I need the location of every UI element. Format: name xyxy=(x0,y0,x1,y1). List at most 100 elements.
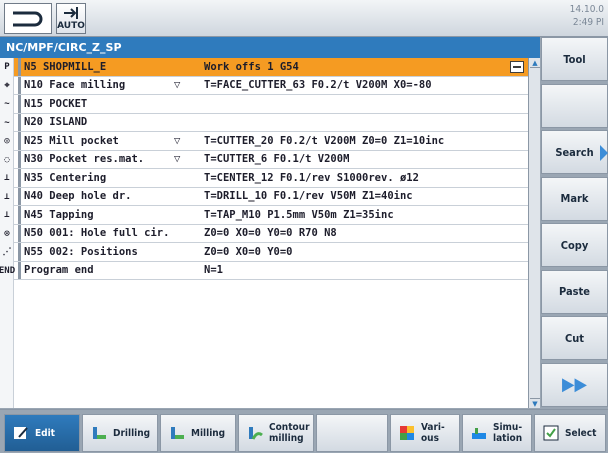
step-row[interactable]: ⊥ N45 Tapping T=TAP_M10 P1.5mm V50m Z1=35i… xyxy=(4,206,528,225)
hsoftkey-empty[interactable] xyxy=(316,414,388,452)
step-name: Deep hole dr. xyxy=(49,190,132,203)
step-bracket xyxy=(18,261,21,279)
program-editor[interactable]: P N5 SHOPMILL_E Work offs 1 G54 ⌖ N10 Face m… xyxy=(0,58,540,408)
softkey-paste[interactable]: Paste xyxy=(541,269,608,314)
milling-icon xyxy=(169,425,185,441)
step-row[interactable]: ⊥ N40 Deep hole dr. T=DRILL_10 F0.1/rev V5… xyxy=(4,187,528,206)
softkey-more[interactable]: ▶▶ xyxy=(541,362,608,407)
step-params: Work offs 1 G54 xyxy=(204,60,299,73)
reset-arrow-icon xyxy=(13,11,43,27)
step-row[interactable]: ◌ N30 Pocket res.mat. ▽ T=CUTTER_6 F0.1/t V… xyxy=(4,150,528,169)
step-params: T=DRILL_10 F0.1/rev V50M Z1=40inc xyxy=(204,190,413,203)
block-number: N45 xyxy=(24,208,43,221)
hsoftkey-select[interactable]: Select xyxy=(534,414,606,452)
step-detail-icon[interactable] xyxy=(510,61,524,73)
hsoftkey-drilling[interactable]: Drilling xyxy=(82,414,158,452)
hsoftkey-contour-milling[interactable]: Contour milling xyxy=(238,414,314,452)
block-number: N5 xyxy=(24,60,37,73)
step-row[interactable]: ∼ N20 ISLAND xyxy=(4,113,528,132)
block-number: N40 xyxy=(24,190,43,203)
step-row[interactable]: END Program end N=1 xyxy=(0,261,528,280)
hsoftkey-edit[interactable]: Edit xyxy=(4,414,80,452)
step-params: T=CUTTER_20 F0.2/t V200M Z0=0 Z1=10inc xyxy=(204,134,445,147)
horizontal-softkey-bar: Edit Drilling Milling Contour milling Va… xyxy=(0,409,608,453)
step-name: Centering xyxy=(49,171,107,184)
hsoftkey-milling[interactable]: Milling xyxy=(160,414,236,452)
contour-icon: ∼ xyxy=(4,117,10,128)
step-name: Mill pocket xyxy=(49,134,119,147)
hsoftkey-various-label: Vari-ous xyxy=(421,422,445,444)
hsoftkey-contour-label: Contour milling xyxy=(269,422,310,444)
step-params: T=CENTER_12 F0.1/rev S1000rev. ø12 xyxy=(204,171,419,184)
face-milling-icon: ⌖ xyxy=(4,80,10,91)
block-number: N25 xyxy=(24,134,43,147)
mode-label: AUTO xyxy=(57,21,85,31)
step-name-cell: N45 Tapping xyxy=(14,209,174,221)
simulation-icon xyxy=(471,425,487,441)
step-name-cell: N25 Mill pocket xyxy=(14,135,174,147)
step-name: POCKET xyxy=(49,97,88,110)
step-params: T=FACE_CUTTER_63 F0.2/t V200M X0=-80 xyxy=(204,79,432,92)
block-number: N30 xyxy=(24,153,43,166)
step-params: T=TAP_M10 P1.5mm V50m Z1=35inc xyxy=(204,208,394,221)
step-row[interactable]: ∼ N15 POCKET xyxy=(4,95,528,114)
mode-auto-indicator: AUTO xyxy=(56,3,86,34)
step-name-cell: N55 002: Positions xyxy=(14,246,174,258)
hsoftkey-simulation[interactable]: Simu-lation xyxy=(462,414,532,452)
step-bracket xyxy=(18,150,21,168)
step-bracket xyxy=(18,76,21,94)
softkey-copy[interactable]: Copy xyxy=(541,223,608,267)
datetime-readout: 14.10.0 2:49 PI xyxy=(570,3,604,29)
contour-icon: ∼ xyxy=(4,99,10,109)
block-number: N20 xyxy=(24,116,43,129)
step-bracket xyxy=(18,187,21,205)
step-name-cell: N50 001: Hole full cir. xyxy=(14,227,174,239)
editor-scrollbar[interactable]: ▲ ▼ xyxy=(528,58,540,408)
step-name: 001: Hole full cir. xyxy=(49,227,170,240)
hsoftkey-various[interactable]: Vari-ous xyxy=(390,414,460,452)
block-number: N55 xyxy=(24,245,43,258)
date-text: 14.10.0 xyxy=(569,4,604,15)
softkey-mark[interactable]: Mark xyxy=(541,176,608,221)
step-flag: ▽ xyxy=(174,153,181,166)
header-bar: AUTO 14.10.0 2:49 PI xyxy=(0,0,608,37)
step-bracket xyxy=(18,169,21,187)
centering-icon: ⊥ xyxy=(4,173,10,183)
step-row[interactable]: ⌖ N10 Face milling ▽ T=FACE_CUTTER_63 F0.2/… xyxy=(4,76,528,95)
positions-icon: ⋰ xyxy=(2,247,12,257)
step-bracket xyxy=(18,113,21,131)
step-row[interactable]: ⊙ N50 001: Hole full cir. Z0=0 X0=0 Y0=0 R… xyxy=(4,224,528,243)
step-row[interactable]: ⋰ N55 002: Positions Z0=0 X0=0 Y0=0 xyxy=(3,243,528,262)
scroll-up-icon[interactable]: ▲ xyxy=(530,58,540,68)
selected-step-row[interactable]: P N5 SHOPMILL_E Work offs 1 G54 xyxy=(4,58,528,77)
drilling-icon xyxy=(91,425,107,441)
softkey-tool[interactable]: Tool xyxy=(541,37,608,81)
step-flag: ▽ xyxy=(174,134,181,147)
block-number: N50 xyxy=(24,227,43,240)
deep-hole-drill-icon: ⊥ xyxy=(4,191,10,202)
pocket-residual-icon: ◌ xyxy=(4,154,10,165)
contour-milling-icon xyxy=(247,425,263,441)
block-number: N35 xyxy=(24,171,43,184)
softkey-empty-2[interactable] xyxy=(541,83,608,128)
step-name-cell: N20 ISLAND xyxy=(14,116,174,128)
step-row[interactable]: ◎ N25 Mill pocket ▽ T=CUTTER_20 F0.2/t V200… xyxy=(4,132,528,151)
step-name-cell: N35 Centering xyxy=(14,172,174,184)
submenu-arrow-icon xyxy=(600,145,608,161)
edit-icon xyxy=(13,425,29,441)
step-name: Program end xyxy=(24,264,94,277)
hsoftkey-milling-label: Milling xyxy=(191,427,226,439)
hole-full-circle-icon: ⊙ xyxy=(4,228,10,239)
step-row[interactable]: ⊥ N35 Centering T=CENTER_12 F0.1/rev S1000… xyxy=(4,169,528,188)
various-icon xyxy=(399,425,415,441)
softkey-search[interactable]: Search xyxy=(541,130,608,174)
mill-pocket-icon: ◎ xyxy=(4,136,10,146)
hsoftkey-edit-label: Edit xyxy=(35,427,55,439)
step-name-cell: N10 Face milling xyxy=(14,79,174,91)
scroll-down-icon[interactable]: ▼ xyxy=(530,398,540,408)
step-name-cell: N5 SHOPMILL_E xyxy=(14,61,174,73)
step-params: T=CUTTER_6 F0.1/t V200M xyxy=(204,153,350,166)
step-name: Pocket res.mat. xyxy=(49,153,145,166)
program-step-list[interactable]: P N5 SHOPMILL_E Work offs 1 G54 ⌖ N10 Face m… xyxy=(0,58,528,280)
softkey-cut[interactable]: Cut xyxy=(541,316,608,360)
